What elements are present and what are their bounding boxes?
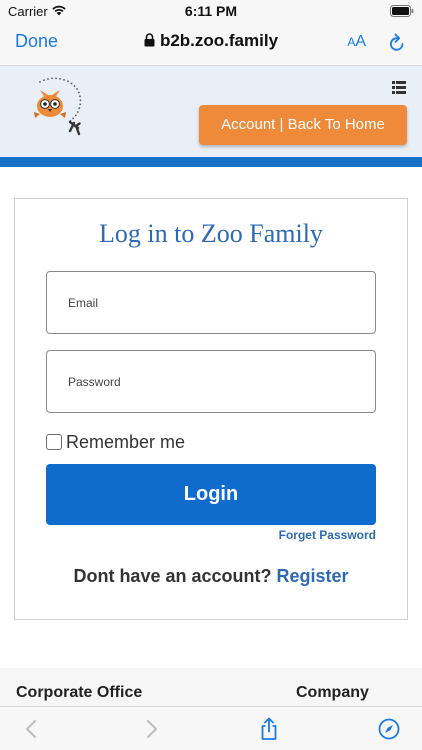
site-header: Account | Back To Home — [0, 66, 422, 157]
remember-me-label[interactable]: Remember me — [66, 432, 185, 453]
reload-icon[interactable] — [388, 33, 406, 53]
no-account-text: Dont have an account? — [73, 566, 272, 586]
back-icon[interactable] — [21, 717, 43, 741]
remember-me-checkbox[interactable] — [46, 434, 62, 450]
lock-icon — [144, 33, 155, 47]
browser-toolbar — [0, 706, 422, 750]
menu-list-icon[interactable] — [392, 81, 406, 94]
login-card: Log in to Zoo Family Remember me Login F… — [14, 198, 408, 620]
text-size-large-a: A — [355, 33, 366, 50]
share-icon[interactable] — [258, 717, 280, 741]
register-link[interactable]: Register — [277, 566, 349, 586]
login-button[interactable]: Login — [46, 464, 376, 525]
url-text: b2b.zoo.family — [159, 31, 279, 50]
password-field-box[interactable] — [46, 350, 376, 413]
footer-company-heading: Company — [296, 684, 369, 701]
register-prompt: Dont have an account? Register — [15, 566, 407, 587]
forward-icon[interactable] — [140, 717, 162, 741]
battery-icon — [390, 5, 414, 17]
clock: 6:11 PM — [184, 3, 238, 19]
site-footer: Corporate Office Company — [0, 668, 422, 708]
header-divider-stripe — [0, 157, 422, 167]
zoo-family-logo[interactable] — [26, 76, 86, 138]
password-input[interactable] — [47, 351, 375, 412]
account-back-home-button[interactable]: Account | Back To Home — [199, 105, 407, 145]
compass-icon[interactable] — [378, 717, 400, 741]
text-size-button[interactable]: AA — [347, 33, 366, 51]
forget-password-link[interactable]: Forget Password — [279, 528, 376, 542]
footer-corporate-office-heading: Corporate Office — [16, 684, 143, 701]
browser-nav-bar: Done b2b.zoo.family AA — [0, 22, 422, 66]
status-bar: Carrier 6:11 PM — [0, 0, 422, 22]
email-field-box[interactable] — [46, 271, 376, 334]
login-title: Log in to Zoo Family — [99, 219, 323, 248]
remember-me-row[interactable]: Remember me — [46, 431, 185, 453]
email-input[interactable] — [47, 272, 375, 333]
